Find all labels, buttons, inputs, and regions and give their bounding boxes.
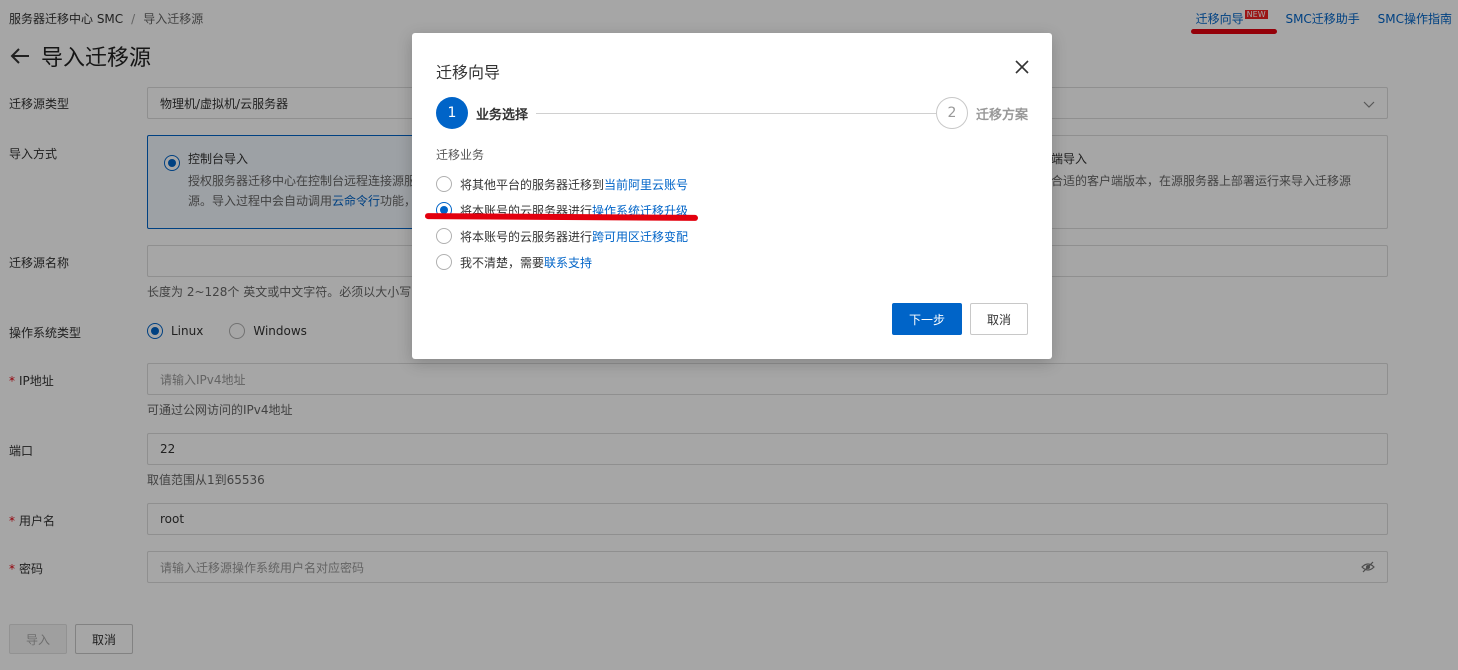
option-text: 将本账号的云服务器进行 (460, 229, 593, 244)
step-connector (536, 112, 936, 114)
business-radio-group: 将其他平台的服务器迁移到 当前阿里云账号 将本账号的云服务器进行 操作系统迁移升级 … (436, 171, 688, 275)
business-section-label: 迁移业务 (436, 148, 485, 162)
close-icon[interactable] (1014, 59, 1030, 75)
business-option-cross-platform[interactable]: 将其他平台的服务器迁移到 当前阿里云账号 (436, 171, 688, 197)
next-step-button[interactable]: 下一步 (892, 303, 962, 335)
step-1-label: 业务选择 (476, 107, 529, 123)
option-radio[interactable] (436, 228, 452, 244)
step-2-label: 迁移方案 (975, 107, 1028, 123)
business-option-contact-support[interactable]: 我不清楚，需要 联系支持 (436, 249, 688, 275)
modal-title: 迁移向导 (436, 63, 501, 82)
modal-footer: 下一步 取消 (892, 303, 1028, 335)
step-2-circle: 2 (935, 97, 968, 129)
option-radio[interactable] (436, 176, 452, 192)
option-link[interactable]: 跨可用区迁移变配 (592, 228, 688, 245)
option-text: 将其他平台的服务器迁移到 (460, 177, 605, 192)
modal-cancel-button[interactable]: 取消 (970, 303, 1028, 335)
business-option-cross-zone[interactable]: 将本账号的云服务器进行 跨可用区迁移变配 (436, 223, 688, 249)
step-1-circle: 1 (436, 97, 468, 129)
option-radio[interactable] (436, 254, 452, 270)
option-link[interactable]: 当前阿里云账号 (604, 176, 688, 193)
wizard-steps: 1 业务选择 2 迁移方案 (436, 97, 1028, 129)
option-text: 我不清楚，需要 (460, 255, 545, 270)
option-link[interactable]: 联系支持 (544, 254, 592, 271)
migration-wizard-modal: 迁移向导 1 业务选择 2 迁移方案 迁移业务 将其他平台的服务器迁移到 当前阿里… (412, 33, 1052, 359)
